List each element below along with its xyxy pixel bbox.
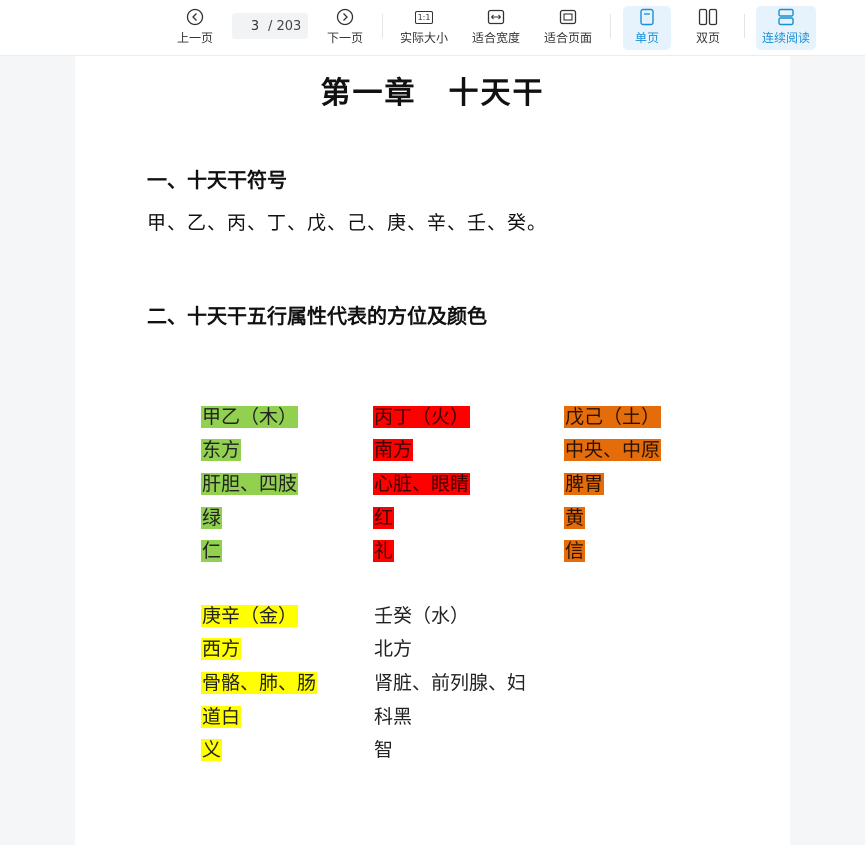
fit-page-label: 适合页面: [543, 31, 592, 45]
metal-virtue: 义: [201, 739, 223, 761]
fire-direction: 南方: [373, 439, 414, 461]
chevron-right-circle-icon: [336, 6, 354, 28]
single-page-label: 单页: [634, 31, 659, 45]
fire-virtue: 礼: [373, 540, 395, 562]
chapter-title: 第一章 十天干: [320, 76, 545, 111]
fire-organ: 心脏、眼睛: [373, 473, 471, 495]
earth-virtue: 信: [564, 540, 586, 562]
actual-size-icon: 1:1: [414, 6, 434, 28]
water-organ: 肾脏、前列腺、妇: [374, 672, 527, 694]
water-color: 科黑: [374, 706, 413, 728]
wood-color: 绿: [201, 507, 223, 529]
actual-size-button[interactable]: 1:1 实际大小: [396, 6, 452, 50]
wood-stem: 甲乙（木）: [201, 406, 299, 428]
prev-page-button[interactable]: 上一页: [172, 6, 218, 50]
toolbar-divider: [744, 14, 745, 38]
fire-stem: 丙丁（火）: [373, 406, 471, 428]
fit-width-label: 适合宽度: [471, 31, 520, 45]
stems-list: 甲、乙、丙、丁、戊、己、庚、辛、壬、癸。: [147, 212, 548, 234]
continuous-reading-button[interactable]: 连续阅读: [756, 6, 816, 50]
actual-size-label: 实际大小: [399, 31, 448, 45]
earth-direction: 中央、中原: [564, 439, 662, 461]
fit-page-icon: [559, 6, 577, 28]
metal-direction: 西方: [201, 638, 242, 660]
double-page-button[interactable]: 双页: [684, 6, 732, 50]
fit-width-button[interactable]: 适合宽度: [468, 6, 524, 50]
page-indicator: / 203: [232, 13, 308, 39]
fit-width-icon: [487, 6, 505, 28]
metal-organ: 骨骼、肺、肠: [201, 672, 318, 694]
chevron-left-circle-icon: [186, 6, 204, 28]
section-heading-elements: 二、十天干五行属性代表的方位及颜色: [147, 304, 487, 328]
wood-virtue: 仁: [201, 540, 223, 562]
toolbar-divider: [382, 14, 383, 38]
fit-page-button[interactable]: 适合页面: [540, 6, 596, 50]
water-direction: 北方: [374, 638, 413, 660]
earth-stem: 戊己（土）: [564, 406, 662, 428]
metal-color: 道白: [201, 706, 242, 728]
continuous-reading-label: 连续阅读: [761, 31, 810, 45]
double-page-label: 双页: [695, 31, 720, 45]
next-page-label: 下一页: [326, 31, 363, 45]
section-heading-symbols: 一、十天干符号: [147, 168, 287, 192]
single-page-icon: [639, 6, 655, 28]
prev-page-label: 上一页: [176, 31, 213, 45]
viewer-toolbar: 上一页 / 203 下一页 1:1 实际大小 适合宽度 适合页面 单页: [0, 0, 865, 56]
metal-stem: 庚辛（金）: [201, 605, 299, 627]
water-virtue: 智: [374, 739, 394, 761]
double-page-icon: [698, 6, 718, 28]
document-page: 第一章 十天干 一、十天干符号 甲、乙、丙、丁、戊、己、庚、辛、壬、癸。 二、十…: [75, 56, 790, 845]
wood-direction: 东方: [201, 439, 242, 461]
next-page-button[interactable]: 下一页: [322, 6, 368, 50]
continuous-reading-icon: [777, 6, 795, 28]
wood-organ: 肝胆、四肢: [201, 473, 299, 495]
earth-color: 黄: [564, 507, 586, 529]
fire-color: 红: [373, 507, 395, 529]
page-number-input[interactable]: [242, 18, 268, 34]
earth-organ: 脾胃: [564, 473, 605, 495]
single-page-button[interactable]: 单页: [623, 6, 671, 50]
toolbar-divider: [610, 14, 611, 38]
total-pages: / 203: [268, 18, 302, 34]
water-stem: 壬癸（水）: [374, 605, 470, 627]
